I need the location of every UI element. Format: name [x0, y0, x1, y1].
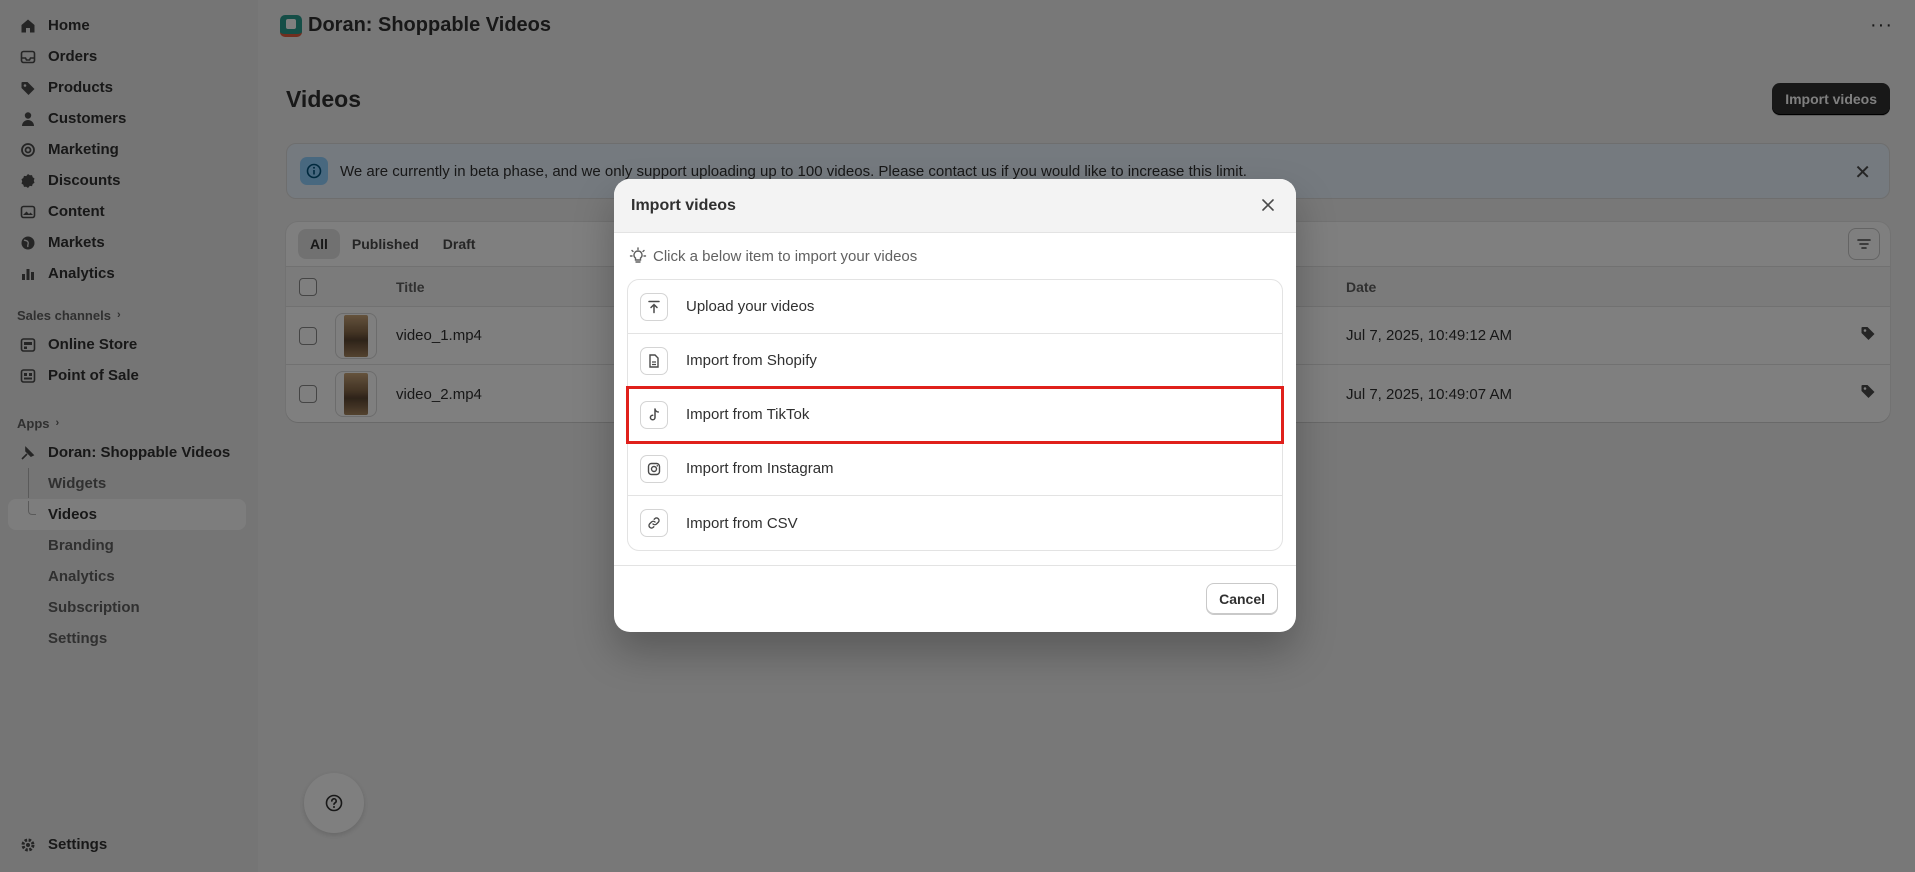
upload-icon [640, 292, 668, 321]
modal-footer: Cancel [614, 565, 1296, 632]
option-upload-videos[interactable]: Upload your videos [628, 280, 1282, 334]
close-icon[interactable] [1258, 195, 1278, 215]
import-options-list: Upload your videos Import from Shopify I… [626, 279, 1284, 551]
tiktok-icon [640, 400, 668, 429]
app-root: Home Orders Products Customers Marketing… [0, 0, 1915, 872]
option-import-tiktok[interactable]: Import from TikTok [626, 386, 1284, 444]
link-icon [640, 509, 668, 537]
lightbulb-icon [629, 247, 647, 263]
import-hint: Click a below item to import your videos [614, 233, 1296, 279]
option-import-instagram[interactable]: Import from Instagram [628, 442, 1282, 496]
cancel-button[interactable]: Cancel [1206, 583, 1278, 615]
instagram-icon [640, 454, 668, 483]
import-videos-modal: Import videos Click a below item to impo… [614, 179, 1296, 632]
modal-header: Import videos [614, 179, 1296, 233]
file-icon [640, 346, 668, 375]
option-import-shopify[interactable]: Import from Shopify [628, 334, 1282, 388]
modal-title: Import videos [631, 196, 736, 214]
option-import-csv[interactable]: Import from CSV [628, 496, 1282, 550]
